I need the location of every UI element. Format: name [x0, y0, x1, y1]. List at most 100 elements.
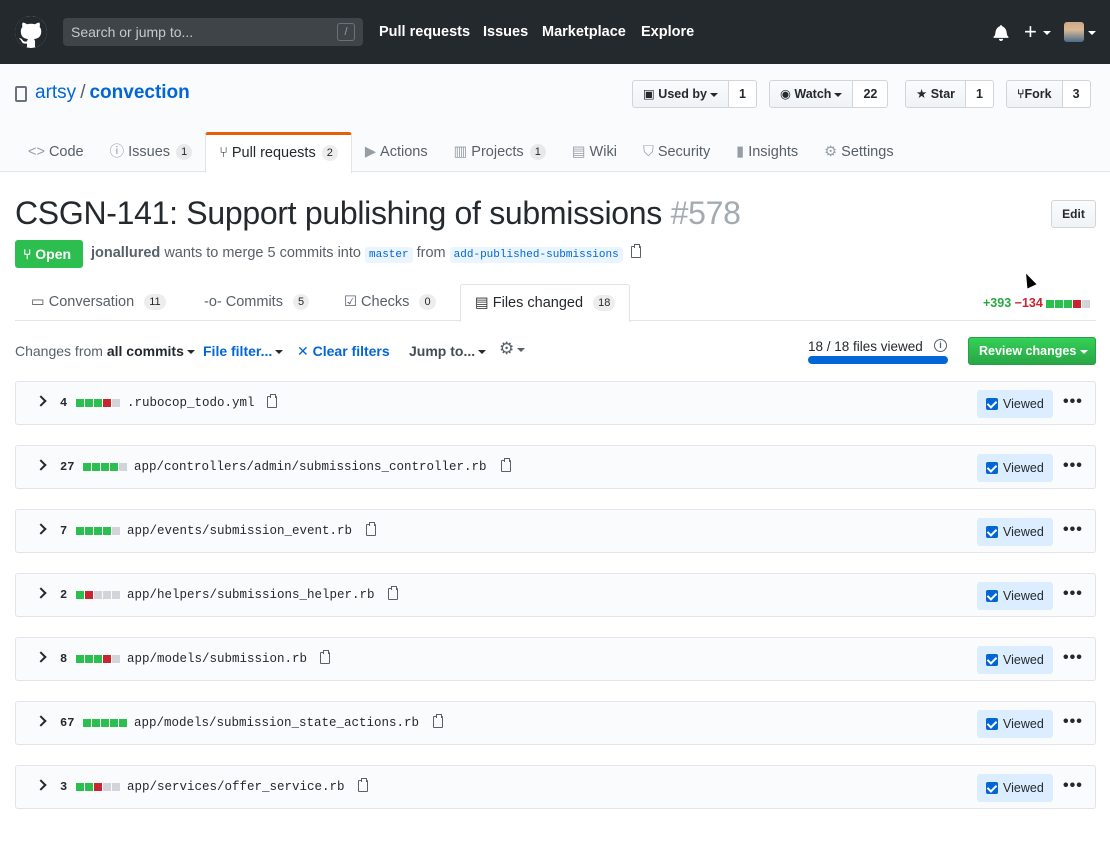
fork-count[interactable]: 3	[1062, 80, 1091, 108]
diff-settings-gear-icon[interactable]: ⚙	[499, 339, 526, 359]
notifications-bell-icon[interactable]	[993, 24, 1009, 41]
kebab-menu-icon[interactable]: •••	[1063, 394, 1083, 410]
viewed-checkbox[interactable]: Viewed	[977, 390, 1053, 418]
watch-button[interactable]: ◉ Watch	[769, 80, 854, 108]
clipboard-icon[interactable]	[432, 714, 443, 728]
diffstat: +393 −134	[983, 296, 1091, 310]
clipboard-icon[interactable]	[267, 394, 278, 408]
file-header-row[interactable]: 27 app/controllers/admin/submissions_cont…	[15, 445, 1096, 489]
tab-security[interactable]: ⛉ Security	[630, 132, 723, 172]
file-header-row[interactable]: 7 app/events/submission_event.rb Viewed •••	[15, 509, 1096, 553]
file-path-link[interactable]: app/events/submission_event.rb	[127, 524, 352, 538]
chevron-right-icon[interactable]	[35, 395, 47, 407]
clipboard-icon[interactable]	[388, 586, 399, 600]
author-link[interactable]: jonallured	[91, 245, 160, 261]
review-changes-button[interactable]: Review changes	[968, 337, 1096, 365]
tab-checks[interactable]: ☑ Checks 0	[344, 284, 436, 321]
chevron-right-icon[interactable]	[35, 779, 47, 791]
tab-pull-requests[interactable]: ⑂ Pull requests 2	[205, 132, 352, 173]
file-header-row[interactable]: 4 .rubocop_todo.yml Viewed •••	[15, 381, 1096, 425]
watch-count[interactable]: 22	[853, 80, 889, 108]
viewed-checkbox[interactable]: Viewed	[977, 774, 1053, 802]
file-header-row[interactable]: 8 app/models/submission.rb Viewed •••	[15, 637, 1096, 681]
checkbox-checked-icon	[986, 526, 998, 538]
search-shortcut-key: /	[337, 23, 355, 41]
nav-marketplace[interactable]: Marketplace	[542, 0, 626, 64]
tab-files-changed[interactable]: ▤ Files changed 18	[460, 284, 631, 322]
star-button[interactable]: ★ Star	[905, 80, 967, 108]
file-header-row[interactable]: 3 app/services/offer_service.rb Viewed •••	[15, 765, 1096, 809]
clipboard-icon[interactable]	[320, 650, 331, 664]
deletions-count: −134	[1014, 296, 1043, 310]
code-icon: <>	[28, 144, 45, 160]
clear-filters-button[interactable]: ✕ Clear filters	[297, 343, 390, 360]
tab-code[interactable]: <> Code	[15, 132, 97, 172]
clipboard-icon[interactable]	[365, 522, 376, 536]
chevron-down-icon	[1080, 349, 1089, 354]
used-by-button[interactable]: ▣ Used by	[632, 80, 729, 108]
info-icon[interactable]: i	[934, 339, 947, 352]
diffstat-block	[76, 399, 84, 407]
repo-owner-link[interactable]: artsy	[35, 82, 76, 103]
viewed-checkbox[interactable]: Viewed	[977, 454, 1053, 482]
star-count[interactable]: 1	[966, 80, 995, 108]
tab-issues[interactable]: ⓘ Issues 1	[97, 132, 206, 172]
kebab-menu-icon[interactable]: •••	[1063, 522, 1083, 538]
diffstat-block	[112, 527, 120, 535]
file-header-row[interactable]: 67 app/models/submission_state_actions.rb…	[15, 701, 1096, 745]
clipboard-icon[interactable]	[500, 458, 511, 472]
file-path-link[interactable]: app/models/submission_state_actions.rb	[134, 716, 419, 730]
tab-wiki[interactable]: ▤ Wiki	[559, 132, 630, 172]
tab-commits[interactable]: -o- Commits 5	[204, 284, 310, 321]
file-path-link[interactable]: app/models/submission.rb	[127, 652, 307, 666]
edit-title-button[interactable]: Edit	[1051, 200, 1096, 228]
watch-label: Watch	[794, 87, 832, 101]
kebab-menu-icon[interactable]: •••	[1063, 586, 1083, 602]
tab-conversation[interactable]: ▭ Conversation 11	[31, 284, 166, 321]
repo-name-link[interactable]: convection	[89, 82, 189, 103]
tab-insights[interactable]: ▮ Insights	[723, 132, 811, 172]
github-logo-icon[interactable]	[15, 16, 47, 48]
kebab-menu-icon[interactable]: •••	[1063, 778, 1083, 794]
jump-to-dropdown[interactable]: Jump to...	[409, 343, 487, 359]
chevron-right-icon[interactable]	[35, 523, 47, 535]
chevron-down-icon[interactable]	[1088, 31, 1096, 35]
file-path-link[interactable]: app/services/offer_service.rb	[127, 780, 345, 794]
file-header-row[interactable]: 2 app/helpers/submissions_helper.rb Viewed…	[15, 573, 1096, 617]
base-branch[interactable]: master	[365, 247, 413, 263]
changes-from-dropdown[interactable]: Changes from all commits	[15, 343, 195, 359]
file-change-count: 2	[60, 588, 68, 602]
kebab-menu-icon[interactable]: •••	[1063, 458, 1083, 474]
viewed-checkbox[interactable]: Viewed	[977, 710, 1053, 738]
file-path-link[interactable]: .rubocop_todo.yml	[127, 396, 255, 410]
fork-button[interactable]: ⑂Fork	[1006, 80, 1063, 108]
tab-settings[interactable]: ⚙ Settings	[811, 132, 906, 172]
diffstat-block	[83, 463, 91, 471]
file-filter-label: File filter...	[203, 343, 273, 359]
file-path-link[interactable]: app/helpers/submissions_helper.rb	[127, 588, 375, 602]
tab-counter: 1	[176, 144, 193, 160]
viewed-checkbox[interactable]: Viewed	[977, 582, 1053, 610]
file-path-link[interactable]: app/controllers/admin/submissions_contro…	[134, 460, 487, 474]
chevron-right-icon[interactable]	[35, 587, 47, 599]
nav-issues[interactable]: Issues	[483, 0, 528, 64]
clipboard-icon[interactable]	[357, 778, 368, 792]
nav-pull-requests[interactable]: Pull requests	[379, 0, 470, 64]
nav-explore[interactable]: Explore	[641, 0, 694, 64]
file-filter-dropdown[interactable]: File filter...	[203, 343, 284, 359]
viewed-checkbox[interactable]: Viewed	[977, 518, 1053, 546]
head-branch[interactable]: add-published-submissions	[449, 247, 623, 263]
chevron-right-icon[interactable]	[35, 651, 47, 663]
chevron-right-icon[interactable]	[35, 715, 47, 727]
clipboard-icon[interactable]	[630, 244, 641, 258]
chevron-right-icon[interactable]	[35, 459, 47, 471]
viewed-checkbox[interactable]: Viewed	[977, 646, 1053, 674]
search-input[interactable]: Search or jump to... /	[63, 18, 363, 46]
tab-projects[interactable]: ▥ Projects 1	[441, 132, 559, 172]
kebab-menu-icon[interactable]: •••	[1063, 650, 1083, 666]
user-avatar[interactable]	[1064, 22, 1084, 42]
tab-actions[interactable]: ▶ Actions	[352, 132, 441, 172]
used-by-count[interactable]: 1	[728, 80, 757, 108]
kebab-menu-icon[interactable]: •••	[1063, 714, 1083, 730]
create-new-icon[interactable]: +	[1024, 20, 1051, 44]
